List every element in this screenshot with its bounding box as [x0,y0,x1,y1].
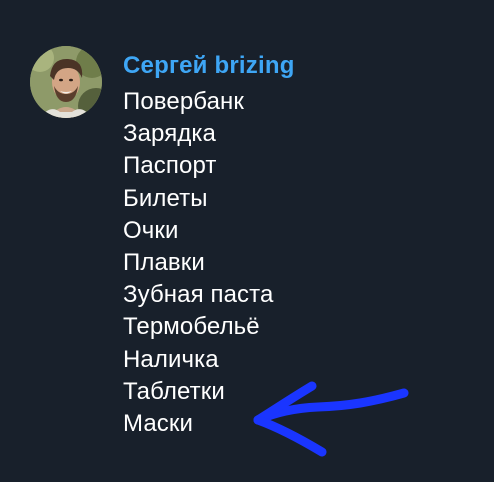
list-item: Маски [123,410,194,438]
message-text: Повербанк Зарядка Паспорт Билеты Очки Пл… [123,86,273,440]
list-item: Таблетки [123,377,225,405]
list-item: Термобельё [123,313,260,341]
list-item: Зарядка [123,120,216,148]
list-item: Плавки [123,249,205,277]
list-item: Повербанк [123,88,244,115]
avatar[interactable] [30,46,102,118]
list-item: Зубная паста [123,281,274,309]
avatar-photo [30,46,102,118]
list-item: Наличка [123,345,219,373]
list-item: Билеты [123,184,208,212]
list-item: Паспорт [123,152,217,180]
list-item: Очки [123,216,179,244]
message-author[interactable]: Сергей brizing [123,52,295,80]
